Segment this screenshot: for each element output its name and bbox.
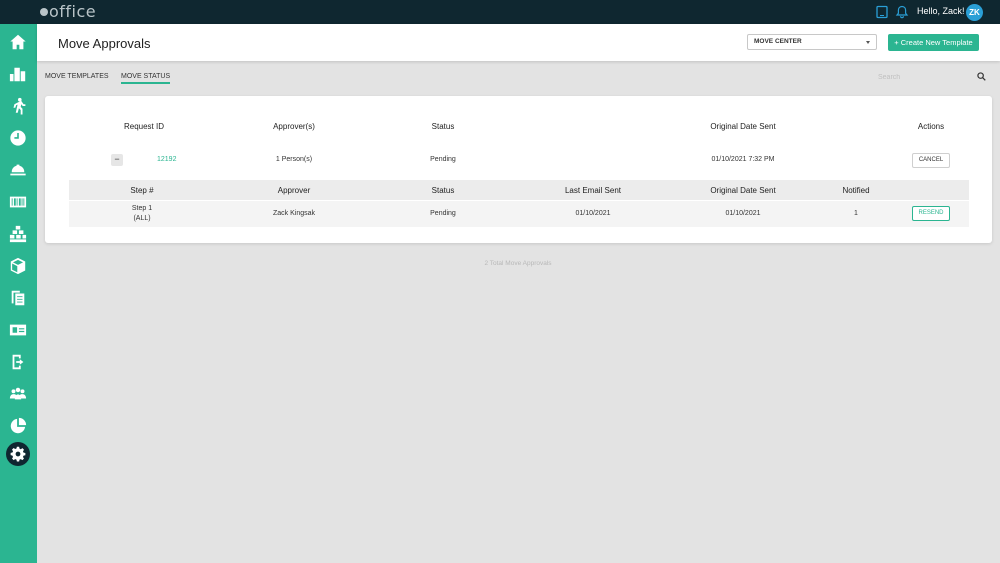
- clock-icon: [10, 130, 26, 146]
- create-new-template-button[interactable]: + Create New Template: [888, 34, 979, 51]
- last-email-sent-column-header: Last Email Sent: [564, 186, 622, 195]
- sidebar-item-reports[interactable]: [8, 416, 28, 436]
- notified-cell: 1: [854, 210, 858, 217]
- column-header-request-id: Request ID: [123, 122, 165, 131]
- home-icon: [10, 34, 26, 50]
- chevron-down-icon: [866, 41, 870, 44]
- original-date-sent-cell: 01/10/2021 7:32 PM: [711, 156, 775, 163]
- sidebar-item-people-directory[interactable]: [8, 320, 28, 340]
- sidebar: [0, 24, 37, 563]
- tablet-icon[interactable]: [875, 5, 889, 19]
- top-bar: office Hello, Zack! ZK: [0, 0, 1000, 24]
- sidebar-item-buildings[interactable]: [8, 64, 28, 84]
- sidebar-item-exit[interactable]: [8, 352, 28, 372]
- person-walking-icon: [13, 97, 26, 115]
- building-icon: [9, 67, 26, 82]
- total-count: 2 Total Move Approvals: [484, 260, 552, 267]
- sidebar-item-home[interactable]: [8, 32, 28, 52]
- tab-move-templates[interactable]: MOVE TEMPLATES: [45, 73, 109, 80]
- location-select-value: MOVE CENTER: [754, 38, 802, 45]
- sidebar-item-inventory[interactable]: [8, 256, 28, 276]
- barcode-icon: [9, 196, 27, 208]
- steps-table-header: Step # Approver Status Last Email Sent O…: [69, 180, 969, 200]
- step-label: Step 1: [131, 205, 153, 212]
- sidebar-item-users[interactable]: [8, 384, 28, 404]
- app-logo[interactable]: office: [40, 2, 96, 21]
- status-cell: Pending: [430, 156, 456, 163]
- box-icon: [10, 257, 26, 275]
- cancel-button[interactable]: CANCEL: [912, 153, 950, 168]
- table-row: Step 1 (ALL) Zack Kingsak Pending 01/10/…: [69, 201, 969, 227]
- move-approvals-table: Request ID Approver(s) Status Original D…: [45, 96, 992, 243]
- column-header-approvers: Approver(s): [273, 122, 315, 131]
- logo-mark-icon: [40, 7, 48, 16]
- stacked-boxes-icon: [9, 225, 27, 243]
- page-header: Move Approvals MOVE CENTER + Create New …: [37, 24, 1000, 61]
- step-original-date-sent-cell: 01/10/2021: [725, 210, 761, 217]
- sidebar-item-documents[interactable]: [8, 288, 28, 308]
- column-header-status: Status: [431, 122, 455, 131]
- notified-column-header: Notified: [842, 186, 870, 195]
- search-icon[interactable]: [977, 72, 986, 81]
- avatar[interactable]: ZK: [966, 4, 983, 21]
- greeting-text: Hello, Zack!: [917, 6, 965, 16]
- gear-icon: [10, 446, 26, 462]
- notification-bell-icon[interactable]: [895, 5, 909, 19]
- sidebar-item-moves[interactable]: [8, 96, 28, 116]
- bell-service-icon: [10, 164, 26, 176]
- pie-chart-icon: [10, 417, 27, 434]
- approvers-cell: 1 Person(s): [275, 156, 313, 163]
- request-id-link[interactable]: 12192: [157, 156, 176, 163]
- step-column-header: Step #: [130, 186, 154, 195]
- step-status-cell: Pending: [430, 210, 456, 217]
- id-card-icon: [9, 324, 27, 336]
- people-icon: [9, 387, 27, 400]
- last-email-sent-cell: 01/10/2021: [575, 210, 611, 217]
- documents-icon: [11, 290, 25, 306]
- collapse-row-button[interactable]: −: [111, 154, 123, 166]
- location-select[interactable]: MOVE CENTER: [747, 34, 877, 50]
- original-date-sent-column-header: Original Date Sent: [710, 186, 776, 195]
- door-exit-icon: [12, 354, 24, 370]
- sidebar-item-stack[interactable]: [8, 224, 28, 244]
- approver-column-header: Approver: [277, 186, 311, 195]
- resend-button[interactable]: RESEND: [912, 206, 950, 221]
- step-cell: Step 1 (ALL): [102, 204, 182, 224]
- approver-cell: Zack Kingsak: [272, 210, 316, 217]
- sidebar-item-services[interactable]: [8, 160, 28, 180]
- sidebar-item-time[interactable]: [8, 128, 28, 148]
- step-scope: (ALL): [133, 215, 151, 222]
- tab-move-status[interactable]: MOVE STATUS: [121, 73, 171, 84]
- search-input[interactable]: [878, 70, 968, 84]
- sidebar-item-assets[interactable]: [8, 192, 28, 212]
- column-header-actions: Actions: [917, 122, 945, 131]
- sidebar-item-settings[interactable]: [6, 442, 30, 466]
- column-header-original-date-sent: Original Date Sent: [710, 122, 776, 131]
- page-title: Move Approvals: [58, 36, 151, 51]
- status-column-header: Status: [431, 186, 455, 195]
